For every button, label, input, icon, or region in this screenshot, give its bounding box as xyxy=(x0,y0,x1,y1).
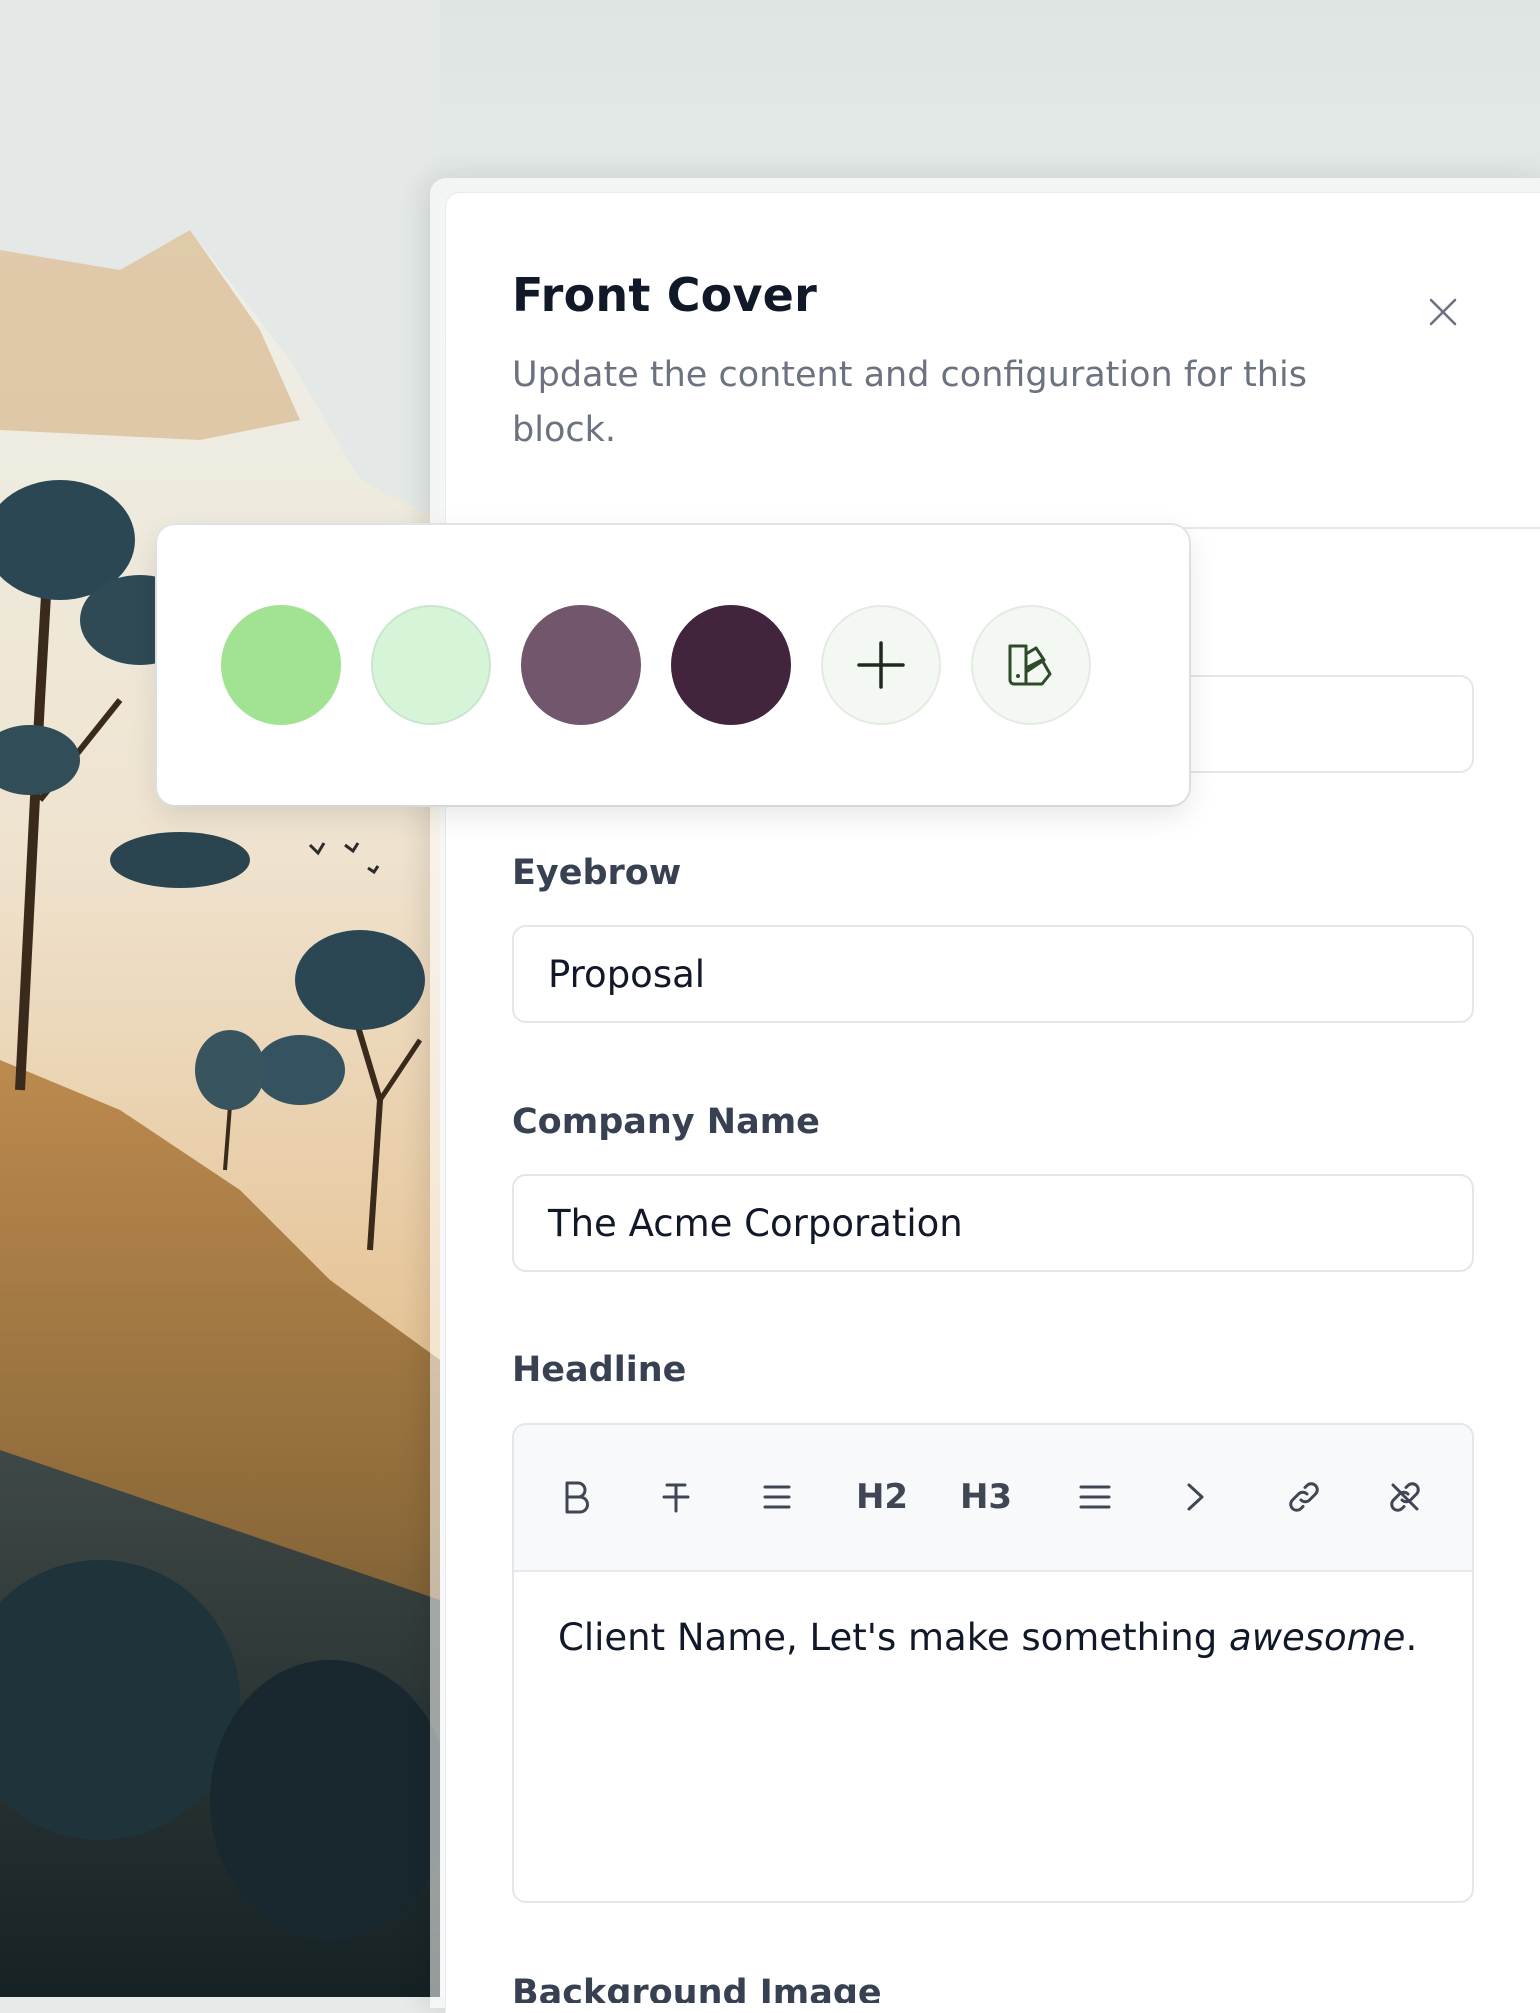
bullet-list-button[interactable] xyxy=(749,1469,805,1525)
align-button[interactable] xyxy=(1067,1469,1123,1525)
open-palette-button[interactable] xyxy=(971,605,1091,725)
headline-emphasis: awesome xyxy=(1229,1616,1406,1659)
headline-text-end: . xyxy=(1405,1616,1418,1659)
strikethrough-button[interactable] xyxy=(648,1469,704,1525)
swatch-book-icon xyxy=(1008,644,1052,686)
bullet-list-icon xyxy=(763,1485,791,1509)
heading-3-button[interactable]: H3 xyxy=(958,1469,1014,1525)
color-swatch-plum[interactable] xyxy=(671,605,791,725)
align-icon xyxy=(1079,1485,1111,1509)
headline-editor[interactable]: H2 H3 Client Name, Let's make something … xyxy=(512,1423,1474,1903)
color-swatch-mauve[interactable] xyxy=(521,605,641,725)
company-name-label: Company Name xyxy=(512,1102,820,1142)
eyebrow-input[interactable]: Proposal xyxy=(512,925,1474,1023)
company-name-input[interactable]: The Acme Corporation xyxy=(512,1174,1474,1272)
headline-label: Headline xyxy=(512,1350,687,1390)
add-color-button[interactable] xyxy=(821,605,941,725)
chevron-right-icon xyxy=(1187,1483,1204,1511)
unlink-icon xyxy=(1390,1482,1420,1512)
color-swatch-light-green[interactable] xyxy=(221,605,341,725)
unlink-button[interactable] xyxy=(1377,1469,1433,1525)
bold-button[interactable] xyxy=(548,1469,604,1525)
bold-icon xyxy=(565,1481,589,1514)
editor-toolbar: H2 H3 xyxy=(514,1425,1472,1572)
link-button[interactable] xyxy=(1276,1469,1332,1525)
headline-content[interactable]: Client Name, Let's make something awesom… xyxy=(514,1572,1472,1703)
link-icon xyxy=(1289,1482,1319,1512)
plus-icon xyxy=(857,641,905,689)
heading-2-button[interactable]: H2 xyxy=(854,1469,910,1525)
close-icon xyxy=(1429,298,1457,326)
background-image-label: Background Image xyxy=(512,1973,882,2003)
close-button[interactable] xyxy=(1416,285,1470,339)
background-artwork xyxy=(0,0,440,1997)
headline-text: Client Name, Let's make something xyxy=(558,1616,1230,1659)
color-swatch-mint[interactable] xyxy=(371,605,491,725)
panel-header: Front Cover Update the content and confi… xyxy=(446,193,1540,529)
eyebrow-label: Eyebrow xyxy=(512,853,682,893)
strikethrough-icon xyxy=(662,1483,690,1513)
block-settings-panel: Front Cover Update the content and confi… xyxy=(446,193,1540,2013)
color-palette-popover xyxy=(157,525,1189,805)
panel-subtitle: Update the content and configuration for… xyxy=(512,355,1307,450)
page-title: Front Cover xyxy=(512,268,817,322)
blockquote-button[interactable] xyxy=(1167,1469,1223,1525)
